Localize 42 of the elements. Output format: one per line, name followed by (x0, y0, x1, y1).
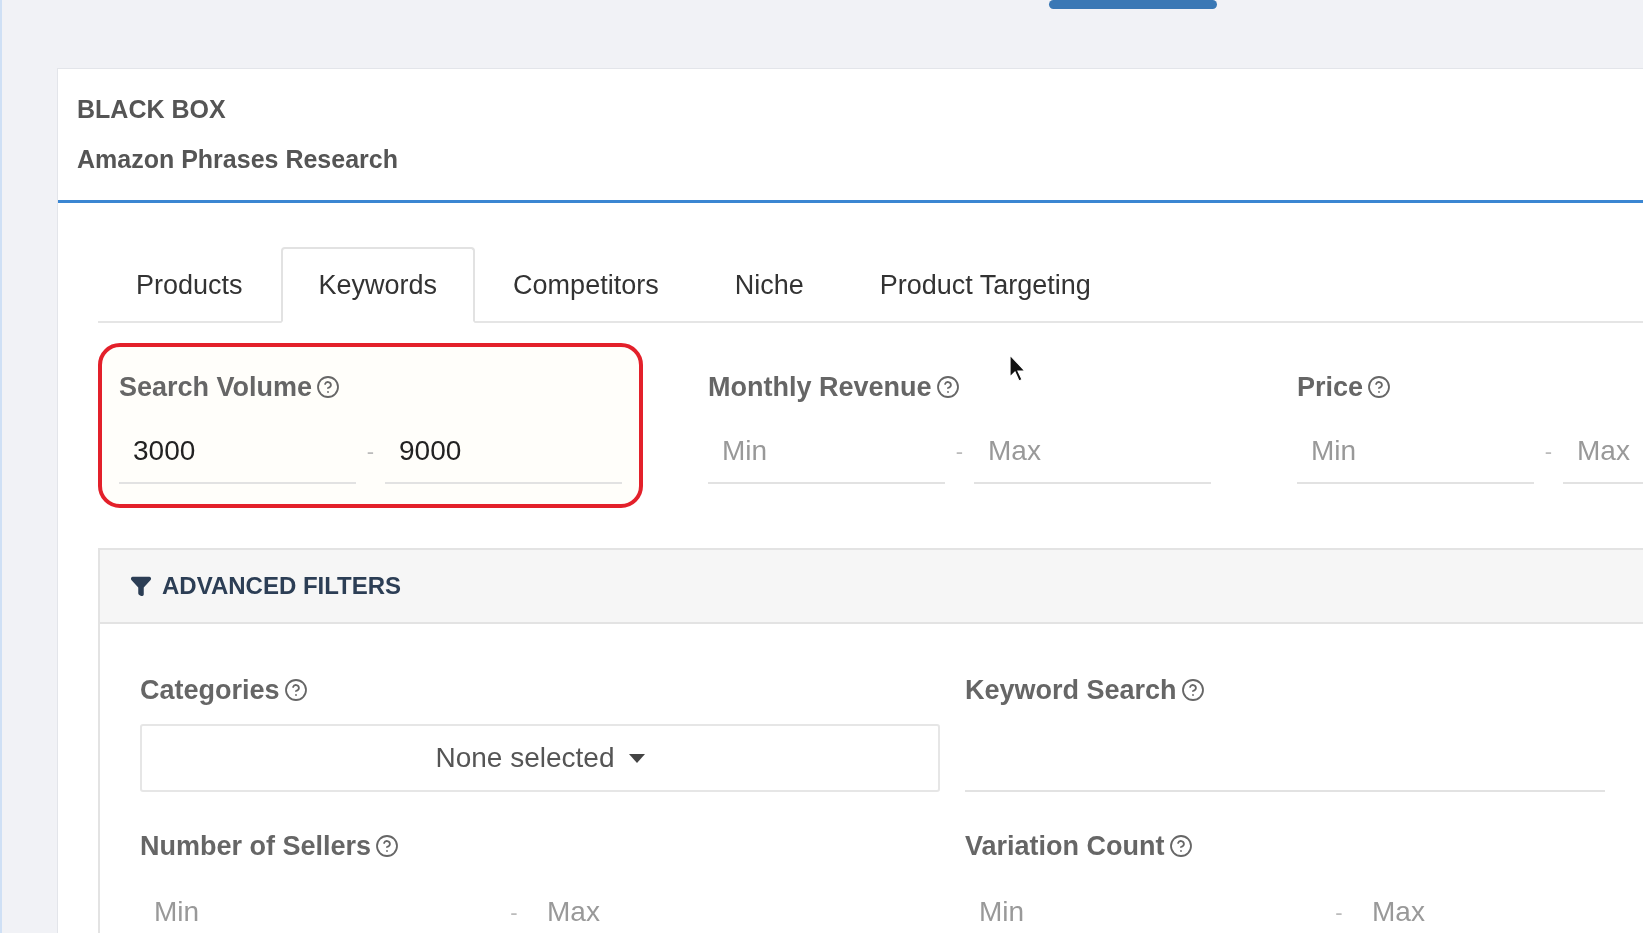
range-separator: - (954, 438, 965, 466)
filter-label: Price (1297, 371, 1364, 404)
min-input[interactable]: 3000 (119, 419, 356, 484)
range-separator: - (1334, 899, 1344, 927)
max-input[interactable]: Max (1563, 419, 1643, 484)
max-input[interactable]: Max (974, 419, 1211, 484)
filter-label: Number of Sellers (140, 830, 372, 863)
help-icon[interactable] (1180, 677, 1205, 702)
filter-label: Search Volume (119, 371, 313, 404)
min-input[interactable]: Min (965, 880, 1320, 933)
mouse-cursor-icon (1009, 354, 1027, 382)
filter-label: Variation Count (965, 830, 1165, 863)
filter-label: Monthly Revenue (708, 371, 932, 404)
filter-label: Keyword Search (965, 673, 1177, 707)
range-separator: - (509, 899, 519, 927)
max-input[interactable]: Max (1358, 880, 1643, 933)
min-input[interactable]: Min (708, 419, 945, 484)
max-input[interactable]: Max (533, 880, 888, 933)
advanced-filters-title: ADVANCED FILTERS (162, 570, 402, 601)
min-input[interactable]: Min (1297, 419, 1534, 484)
tab[interactable]: Products (98, 247, 281, 323)
range-separator: - (365, 438, 376, 466)
max-input[interactable]: 9000 (385, 419, 622, 484)
tab[interactable]: Competitors (475, 247, 697, 323)
category-dropdown[interactable]: None selected (140, 724, 940, 792)
tab[interactable]: Niche (696, 247, 842, 323)
caret-icon (628, 753, 645, 763)
help-icon[interactable] (935, 375, 960, 400)
tab[interactable]: Keywords (280, 247, 476, 323)
min-input[interactable]: Min (140, 880, 495, 933)
app-subtitle: Amazon Phrases Research (77, 143, 399, 175)
help-icon[interactable] (316, 375, 341, 400)
help-icon[interactable] (1367, 375, 1392, 400)
filter-label: Categories (140, 673, 280, 707)
help-icon[interactable] (283, 677, 308, 702)
advanced-filters-header[interactable]: ADVANCED FILTERS (100, 549, 1643, 624)
range-separator: - (1543, 438, 1554, 466)
filter-icon (130, 574, 152, 597)
help-icon[interactable] (375, 834, 400, 859)
tab[interactable]: Product Targeting (841, 247, 1129, 323)
app-title: BLACK BOX (77, 94, 227, 125)
help-icon[interactable] (1168, 834, 1193, 859)
